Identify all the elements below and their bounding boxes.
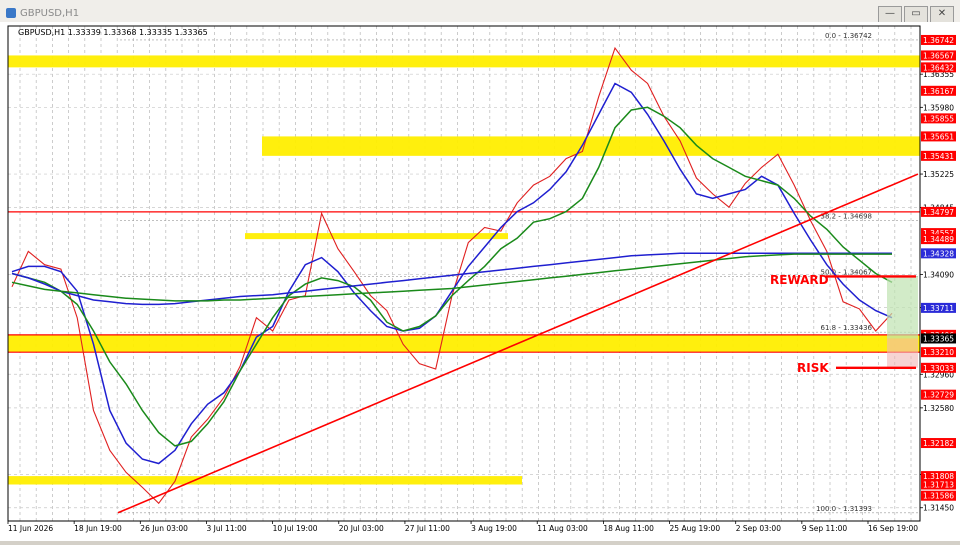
fibonacci-level-label: 38.2 - 1.34698 (820, 213, 872, 221)
price-marker-label: 1.35431 (923, 152, 954, 161)
time-axis-label: 11 Aug 03:00 (537, 524, 588, 533)
price-marker-label: 1.34797 (923, 208, 954, 217)
price-chart[interactable]: 0.0 - 1.3674238.2 - 1.3469850.0 - 1.3406… (0, 22, 960, 541)
time-axis-label: 2 Sep 03:00 (736, 524, 782, 533)
minimize-button[interactable]: — (878, 6, 902, 23)
support-resistance-zone (8, 476, 522, 485)
time-axis-label: 9 Sep 11:00 (802, 524, 848, 533)
price-marker-label: 1.33711 (923, 304, 954, 313)
price-marker-label: 1.32729 (923, 391, 954, 400)
time-axis-label: 10 Jul 19:00 (273, 524, 318, 533)
chart-window-icon (6, 8, 16, 18)
price-axis-label: 1.35980 (923, 103, 954, 112)
restore-button[interactable]: ▭ (904, 6, 928, 23)
time-axis-label: 18 Jun 19:00 (74, 524, 122, 533)
time-axis-label: 16 Sep 19:00 (868, 524, 918, 533)
risk-box (887, 338, 918, 368)
reward-label: REWARD (770, 273, 829, 287)
close-button[interactable]: ✕ (930, 6, 954, 23)
price-marker-label: 1.35651 (923, 132, 954, 141)
fibonacci-level-label: 61.8 - 1.33436 (820, 324, 872, 332)
window-title: GBPUSD,H1 (20, 8, 80, 19)
price-marker-label: 1.33210 (923, 348, 954, 357)
time-axis-label: 27 Jul 11:00 (405, 524, 450, 533)
price-marker-label: 1.34489 (923, 235, 954, 244)
price-marker-label: 1.32182 (923, 439, 954, 448)
time-axis-label: 20 Jul 03:00 (339, 524, 384, 533)
price-marker-label: 1.36567 (923, 51, 954, 60)
time-axis-label: 11 Jun 2026 (8, 524, 53, 533)
price-axis-label: 1.32580 (923, 404, 954, 413)
price-axis-label: 1.34090 (923, 270, 954, 279)
risk-label: RISK (797, 361, 829, 375)
price-marker-label: 1.31586 (923, 492, 954, 501)
price-marker-label: 1.31713 (923, 480, 954, 489)
fibonacci-level-label: 100.0 - 1.31393 (816, 505, 872, 513)
time-axis-label: 3 Jul 11:00 (206, 524, 246, 533)
price-axis-label: 1.31450 (923, 504, 954, 513)
support-resistance-zone (8, 334, 920, 353)
chart-area[interactable]: 0.0 - 1.36742 38.2 - 1.34698 50.0 - 1.3406… (0, 22, 960, 541)
price-marker-label: 1.33365 (923, 334, 954, 343)
price-marker-label: 1.36432 (923, 63, 954, 72)
price-marker-label: 1.34328 (923, 249, 954, 258)
price-axis-label: 1.35225 (923, 170, 954, 179)
time-axis-label: 18 Aug 11:00 (603, 524, 654, 533)
chart-symbol-header: GBPUSD,H1 1.33339 1.33368 1.33335 1.3336… (18, 28, 208, 37)
support-resistance-zone (245, 233, 508, 240)
fibonacci-level-label: 0.0 - 1.36742 (825, 32, 872, 40)
price-marker-label: 1.33033 (923, 364, 954, 373)
time-axis-label: 25 Aug 19:00 (670, 524, 721, 533)
price-marker-label: 1.36742 (923, 36, 954, 45)
support-resistance-zone (8, 55, 920, 68)
price-marker-label: 1.35855 (923, 114, 954, 123)
time-axis-label: 3 Aug 19:00 (471, 524, 517, 533)
time-axis-label: 26 Jun 03:00 (140, 524, 188, 533)
reward-box (887, 276, 918, 339)
price-marker-label: 1.36167 (923, 87, 954, 96)
support-resistance-zone (262, 136, 920, 156)
